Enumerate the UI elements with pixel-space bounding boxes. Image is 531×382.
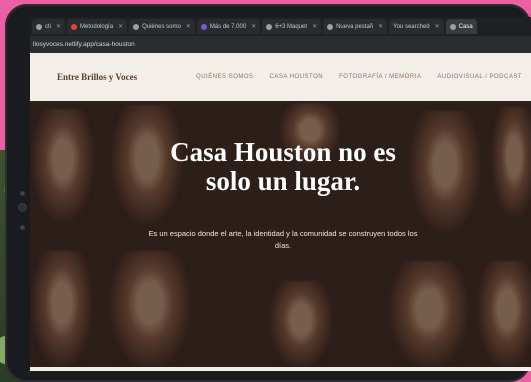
close-icon[interactable]: ✕ xyxy=(435,23,440,30)
site-header: Entre Brillos y Voces QUIÉNES SOMOS CASA… xyxy=(30,53,531,101)
hero-title: Casa Houston no es solo un lugar. xyxy=(30,138,531,196)
browser-tab-active[interactable]: Casa xyxy=(445,19,477,34)
nav-quienes-somos[interactable]: QUIÉNES SOMOS xyxy=(196,74,254,80)
tab-favicon-icon xyxy=(133,23,140,30)
close-icon[interactable]: ✕ xyxy=(378,23,383,30)
sensor-dot xyxy=(21,192,24,195)
nav-casa-houston[interactable]: CASA HOUSTON xyxy=(270,74,324,80)
tab-label: Quiénes somo xyxy=(142,23,181,30)
tablet-screen: cti ✕ Metodología ✕ Quiénes somo ✕ Más d… xyxy=(30,17,531,371)
tab-favicon-icon xyxy=(71,23,78,30)
browser-tab[interactable]: 6+3 Maquet ✕ xyxy=(262,19,322,34)
hero-title-line2: solo un lugar. xyxy=(205,166,361,196)
page-bottom-strip xyxy=(30,367,531,371)
browser-tab[interactable]: Quiénes somo ✕ xyxy=(129,19,195,34)
tab-label: 6+3 Maquet xyxy=(275,23,308,30)
nav-audiovisual-podcast[interactable]: AUDIOVISUAL / PODCAST xyxy=(437,74,522,80)
tab-favicon-icon xyxy=(327,23,334,30)
tab-label: Casa xyxy=(458,23,473,30)
tab-label: Nueva pestañ xyxy=(336,23,374,30)
tab-label: Metodología xyxy=(80,23,114,30)
hero-section: Casa Houston no es solo un lugar. Es un … xyxy=(30,101,531,367)
browser-tab-strip: cti ✕ Metodología ✕ Quiénes somo ✕ Más d… xyxy=(30,17,531,36)
url-text: llosyvoces.netlify.app/casa-houston xyxy=(33,41,135,48)
tab-favicon-icon xyxy=(36,23,42,30)
close-icon[interactable]: ✕ xyxy=(251,23,256,30)
tab-label: cti xyxy=(45,23,51,30)
sensor-dot xyxy=(21,226,24,229)
close-icon[interactable]: ✕ xyxy=(118,23,123,30)
close-icon[interactable]: ✕ xyxy=(312,23,317,30)
browser-tab[interactable]: Nueva pestañ ✕ xyxy=(323,19,388,34)
close-icon[interactable]: ✕ xyxy=(56,23,61,30)
tab-label: Más de 7.000 xyxy=(209,23,247,30)
tab-favicon-icon xyxy=(266,23,273,30)
tab-favicon-icon xyxy=(449,23,456,30)
nav-fotografia-memoria[interactable]: FOTOGRAFÍA / MEMORIA xyxy=(339,74,421,80)
browser-tab[interactable]: Más de 7.000 ✕ xyxy=(196,19,261,34)
browser-tab[interactable]: You searched ✕ xyxy=(389,19,444,34)
tab-label: You searched xyxy=(393,23,430,30)
close-icon[interactable]: ✕ xyxy=(186,23,191,30)
main-nav: QUIÉNES SOMOS CASA HOUSTON FOTOGRAFÍA / … xyxy=(196,74,522,80)
browser-tab[interactable]: cti ✕ xyxy=(32,19,66,34)
hero-subtitle: Es un espacio donde el arte, la identida… xyxy=(148,229,418,250)
hero-title-line1: Casa Houston no es xyxy=(170,137,396,167)
browser-tab[interactable]: Metodología ✕ xyxy=(67,19,128,34)
address-bar[interactable]: llosyvoces.netlify.app/casa-houston xyxy=(30,36,531,53)
tablet-device: cti ✕ Metodología ✕ Quiénes somo ✕ Más d… xyxy=(5,4,531,382)
camera-icon xyxy=(19,204,26,211)
tab-favicon-icon xyxy=(200,23,207,30)
site-logo[interactable]: Entre Brillos y Voces xyxy=(57,72,137,82)
